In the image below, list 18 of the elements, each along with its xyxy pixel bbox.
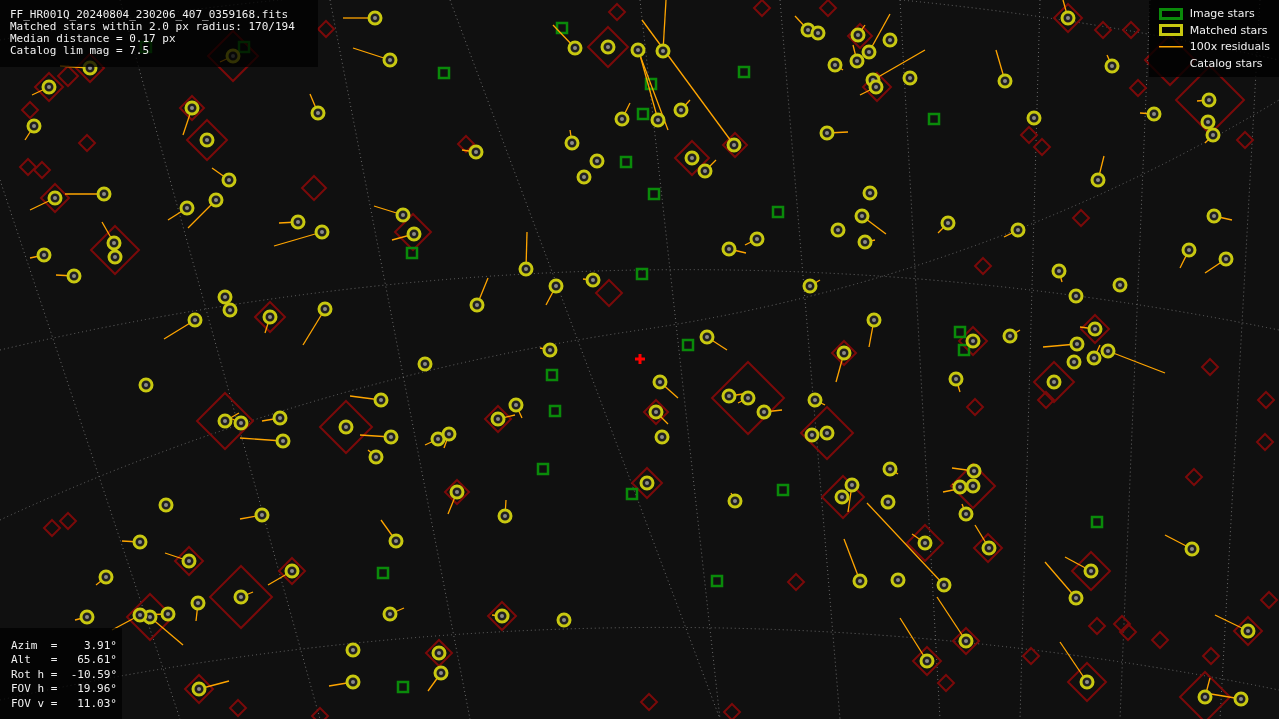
info-text: Median distance = 0.17 px xyxy=(10,33,177,45)
pointing-value: -10.59° xyxy=(69,667,117,682)
pointing-value: 65.61° xyxy=(76,653,117,668)
legend-label: 100x residuals xyxy=(1189,40,1270,54)
pointing-value: 19.96° xyxy=(76,682,117,697)
legend-label: Image stars xyxy=(1189,7,1255,21)
legend-label: Catalog stars xyxy=(1189,56,1263,70)
pointing-value: 3.91° xyxy=(82,638,117,653)
pointing-value: 11.03° xyxy=(76,696,117,711)
pointing-label: FOV h = xyxy=(11,682,59,697)
pointing-label: FOV v = xyxy=(11,696,59,711)
pointing-label: Rot h = xyxy=(11,667,59,682)
pointing-label: Azim = xyxy=(11,638,59,653)
legend-label: Matched stars xyxy=(1189,23,1268,37)
pointing-label: Alt = xyxy=(11,653,59,668)
info-text: FF_HR001Q_20240804_230206_407_0359168.fits xyxy=(10,9,290,21)
info-text: Matched stars within 2.0 px radius: 170/194 xyxy=(10,21,296,33)
info-text: Catalog lim mag = 7.5 xyxy=(10,45,151,57)
